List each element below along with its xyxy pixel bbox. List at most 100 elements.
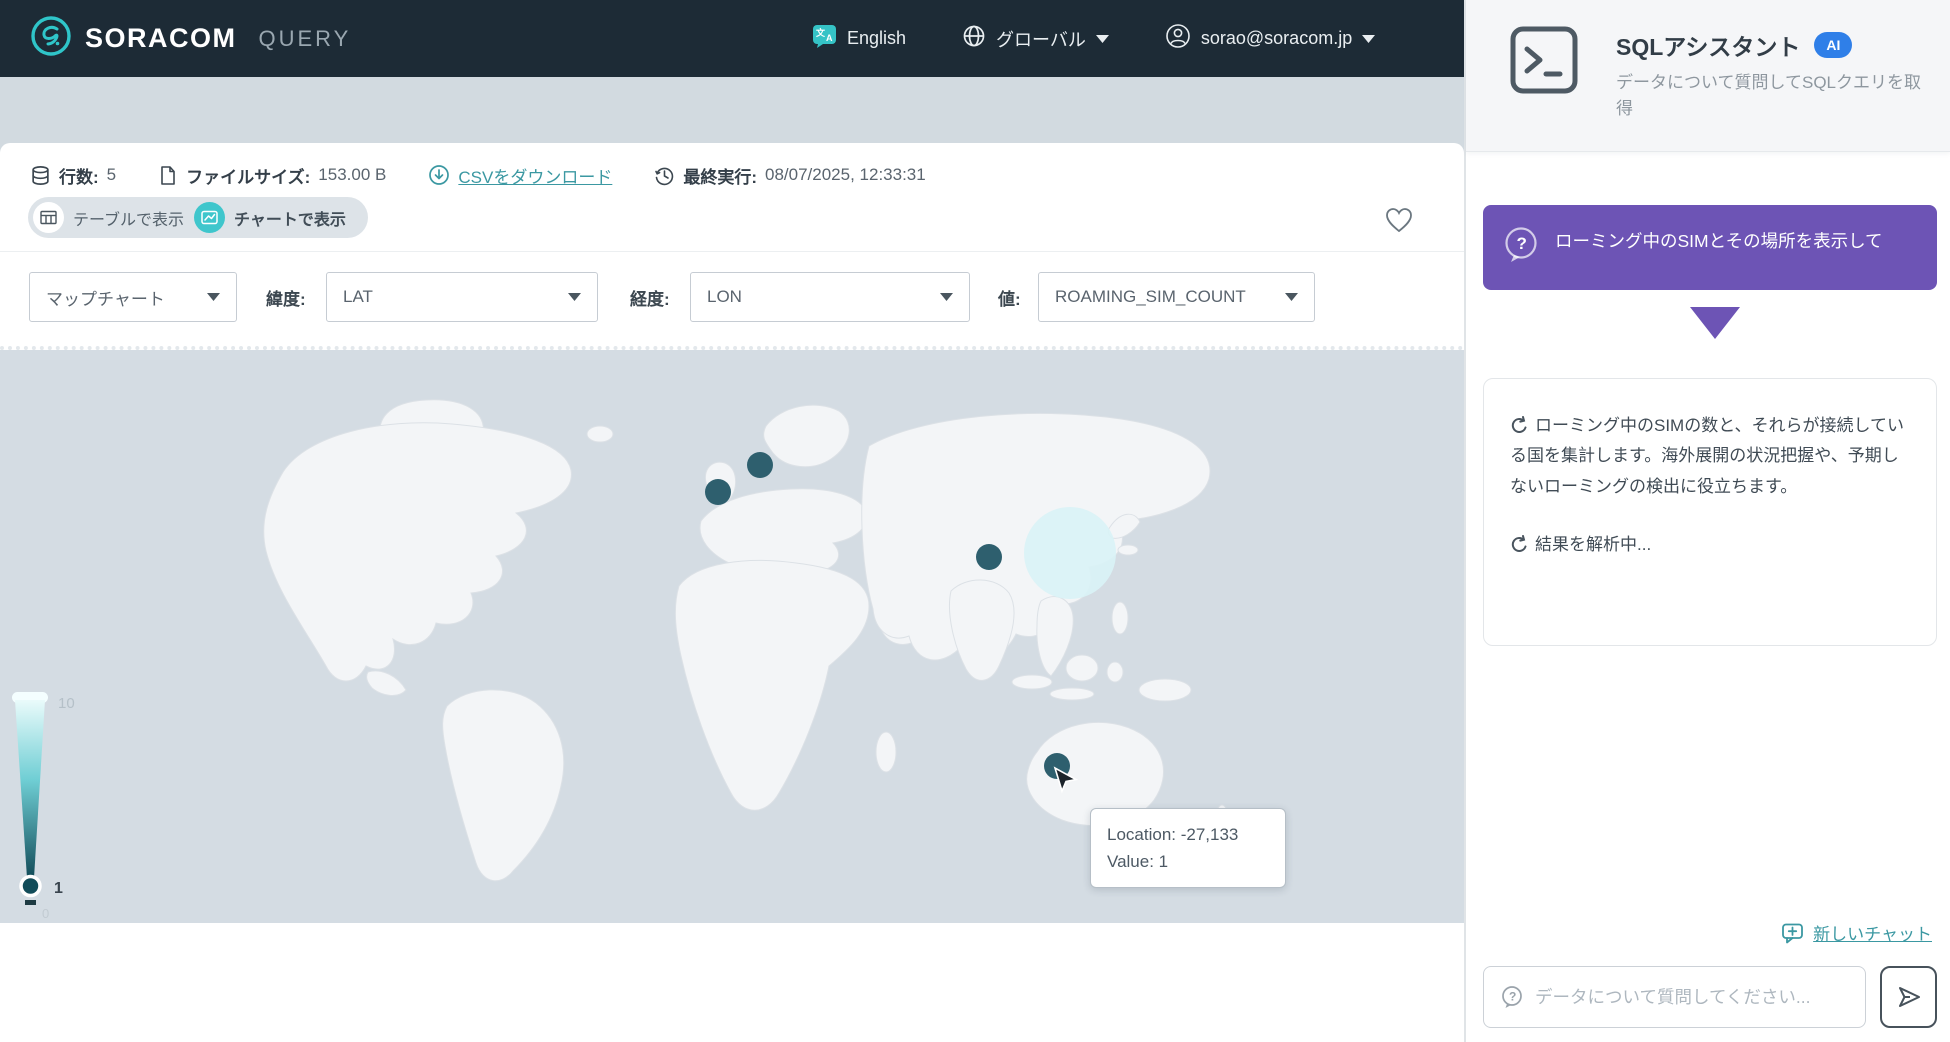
chevron-down-icon — [1362, 35, 1375, 43]
view-chart-button[interactable]: チャートで表示 — [194, 202, 346, 233]
chart-type-select[interactable]: マップチャート — [29, 272, 237, 322]
value-select[interactable]: ROAMING_SIM_COUNT — [1038, 272, 1315, 322]
map-marker-scandinavia[interactable] — [747, 452, 773, 478]
lon-value: LON — [707, 287, 742, 307]
lat-select[interactable]: LAT — [326, 272, 598, 322]
translate-icon: 文 A — [812, 24, 837, 53]
card-footer-space — [0, 923, 1464, 1042]
map-tooltip: Location: -27,133 Value: 1 — [1090, 808, 1286, 888]
user-menu[interactable]: sorao@soracom.jp — [1165, 23, 1375, 54]
rows-label: 行数: — [59, 163, 99, 188]
app-name: QUERY — [259, 26, 352, 52]
lat-value: LAT — [343, 287, 373, 307]
last-run-value: 08/07/2025, 12:33:31 — [765, 165, 926, 185]
tooltip-location: Location: -27,133 — [1107, 821, 1269, 848]
assistant-subtitle: データについて質問してSQLクエリを取得 — [1616, 70, 1932, 123]
legend-max-label: 10 — [58, 695, 75, 712]
database-icon — [30, 165, 51, 186]
view-table-button[interactable]: テーブルで表示 — [33, 202, 184, 233]
send-icon — [1896, 984, 1922, 1010]
new-chat-icon — [1781, 922, 1804, 944]
app-header: SORACOM QUERY 文 A English — [0, 0, 1464, 77]
file-icon — [158, 165, 178, 186]
screen: SORACOM QUERY 文 A English — [0, 0, 1950, 1042]
csv-download-link[interactable]: CSVをダウンロード — [458, 163, 612, 188]
map-marker-china[interactable] — [976, 544, 1002, 570]
send-button[interactable] — [1880, 966, 1937, 1028]
map-marker-uk[interactable] — [705, 479, 731, 505]
language-switch[interactable]: 文 A English — [812, 24, 906, 53]
sql-assistant-panel: SQLアシスタント AI データについて質問してSQLクエリを取得 ? ローミン… — [1466, 0, 1950, 1042]
legend-handle[interactable] — [21, 877, 40, 896]
row-count: 行数: 5 — [30, 163, 116, 188]
ai-badge: AI — [1814, 32, 1852, 58]
bubble-tail — [1690, 307, 1740, 339]
coverage-label: グローバル — [996, 26, 1086, 52]
svg-text:A: A — [826, 33, 833, 43]
language-label: English — [847, 28, 906, 49]
lon-label: 経度: — [630, 285, 670, 310]
favorite-heart-icon[interactable] — [1384, 205, 1414, 235]
toolbar-band: アドバンスド シンプル — [0, 77, 1464, 143]
map-legend: 10 1 0 — [12, 692, 75, 921]
assistant-response-card: ローミング中のSIMの数と、それらが接続している国を集計します。海外展開の状況把… — [1483, 378, 1937, 646]
brand-name: SORACOM — [85, 23, 237, 54]
svg-text:文: 文 — [815, 27, 826, 38]
csv-download[interactable]: CSVをダウンロード — [428, 163, 612, 188]
assistant-question-input[interactable] — [1535, 987, 1849, 1008]
chevron-down-icon — [940, 293, 953, 301]
map-bubble-japan[interactable] — [1024, 507, 1116, 599]
soracom-logo-icon — [30, 15, 72, 62]
user-message-bubble: ? ローミング中のSIMとその場所を表示して — [1483, 205, 1937, 290]
assistant-header: SQLアシスタント AI データについて質問してSQLクエリを取得 — [1466, 0, 1950, 152]
chevron-down-icon — [1285, 293, 1298, 301]
value-value: ROAMING_SIM_COUNT — [1055, 287, 1246, 307]
results-bar: 行数: 5 ファイルサイズ: 153.00 B — [30, 151, 926, 199]
chart-icon — [194, 202, 225, 233]
filesize-label: ファイルサイズ: — [186, 163, 310, 188]
legend-min-label: 0 — [42, 906, 49, 921]
map-chart[interactable]: 10 1 0 Location: -27,133 Value: 1 — [0, 350, 1464, 923]
question-bubble-icon: ? — [1503, 226, 1539, 269]
view-toggle: テーブルで表示 チャートで表示 — [28, 197, 368, 238]
user-icon — [1165, 23, 1191, 54]
chart-type-value: マップチャート — [46, 285, 165, 310]
question-circle-icon: ? — [1500, 985, 1524, 1009]
user-email: sorao@soracom.jp — [1201, 28, 1352, 49]
assistant-input-box[interactable]: ? — [1483, 966, 1866, 1028]
response-summary: ローミング中のSIMの数と、それらが接続している国を集計します。海外展開の状況把… — [1510, 411, 1910, 502]
view-chart-label: チャートで表示 — [234, 206, 346, 230]
refresh-icon — [1510, 535, 1529, 554]
chevron-down-icon — [568, 293, 581, 301]
results-card: 行数: 5 ファイルサイズ: 153.00 B — [0, 143, 1464, 1042]
history-clock-icon — [654, 165, 675, 186]
main-panel: SORACOM QUERY 文 A English — [0, 0, 1464, 1042]
download-icon — [428, 164, 450, 186]
chevron-down-icon — [1096, 35, 1109, 43]
rows-value: 5 — [107, 165, 116, 185]
globe-icon — [962, 24, 986, 53]
svg-text:?: ? — [1517, 234, 1527, 253]
last-run: 最終実行: 08/07/2025, 12:33:31 — [654, 163, 925, 188]
filesize-value: 153.00 B — [318, 165, 386, 185]
chevron-down-icon — [207, 293, 220, 301]
lat-label: 緯度: — [266, 285, 306, 310]
legend-mid-label: 1 — [54, 880, 63, 897]
new-chat-button[interactable]: 新しいチャット — [1781, 920, 1932, 945]
assistant-input-row: ? — [1483, 966, 1937, 1028]
coverage-menu[interactable]: グローバル — [962, 24, 1109, 53]
new-chat-label: 新しいチャット — [1813, 920, 1932, 945]
value-label: 値: — [998, 285, 1021, 310]
chart-config-row: マップチャート 緯度: LAT 経度: LON 値: ROAMING_SIM_C… — [0, 252, 1464, 346]
response-status: 結果を解析中... — [1510, 530, 1910, 560]
terminal-icon — [1510, 26, 1578, 94]
user-message-text: ローミング中のSIMとその場所を表示して — [1555, 226, 1907, 269]
assistant-title: SQLアシスタント — [1616, 28, 1800, 62]
view-table-label: テーブルで表示 — [73, 206, 184, 230]
refresh-icon — [1510, 416, 1529, 435]
tooltip-value: Value: 1 — [1107, 848, 1269, 875]
lon-select[interactable]: LON — [690, 272, 970, 322]
svg-text:?: ? — [1509, 990, 1516, 1004]
brand[interactable]: SORACOM — [30, 15, 237, 62]
table-icon — [33, 202, 64, 233]
